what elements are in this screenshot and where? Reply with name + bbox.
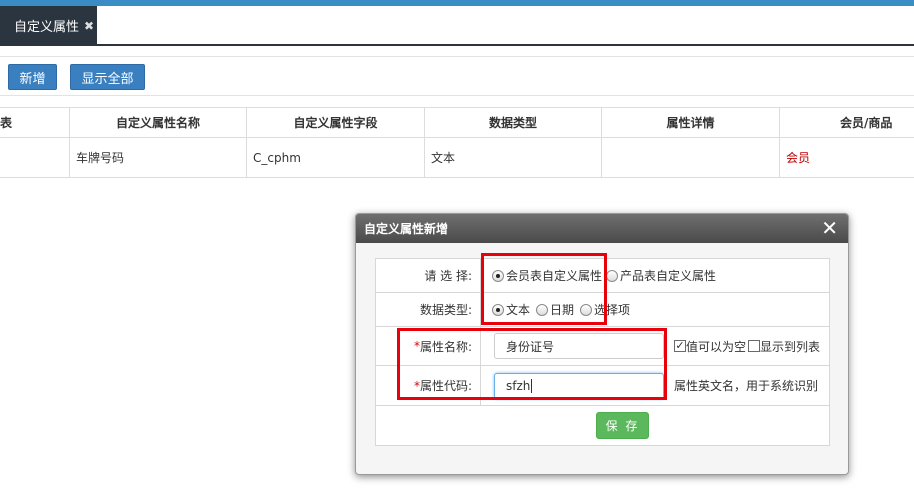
date-type-radio[interactable] [536, 303, 549, 316]
radio-label[interactable]: 选择项 [594, 301, 630, 318]
table-cell-detail [602, 138, 780, 177]
form-row-name: * 属性名称: 身份证号 ✓ 值可以为空 显示到列表 [376, 327, 829, 366]
close-icon[interactable]: ✕ [821, 217, 838, 239]
tab-strip: 自定义属性 ✖ [0, 6, 914, 46]
text-cursor [531, 379, 533, 393]
product-attr-radio[interactable] [606, 269, 619, 282]
code-label-text: 属性代码: [419, 379, 472, 393]
select-label: 请 选 择: [376, 259, 481, 292]
name-label: * 属性名称: [376, 327, 481, 365]
column-header[interactable]: 会员/商品 [780, 108, 914, 137]
save-button[interactable]: 保 存 [596, 412, 649, 439]
select-radio-group: 会员表自定义属性 产品表自定义属性 [482, 259, 716, 292]
code-label: * 属性代码: [376, 366, 481, 405]
form-row-datatype: 数据类型: 文本 日期 选择项 [376, 293, 829, 327]
datatype-label: 数据类型: [376, 293, 481, 326]
attribute-name-input[interactable]: 身份证号 [494, 333, 664, 359]
table-cell-name: 车牌号码 [70, 138, 247, 177]
checkbox-label[interactable]: 值可以为空 [686, 338, 746, 355]
add-button[interactable]: 新增 [8, 64, 57, 90]
attribute-form: 请 选 择: 会员表自定义属性 产品表自定义属性 数据类型: 文本 日期 选择项… [375, 258, 830, 446]
column-header[interactable]: 自定义属性字段 [247, 108, 425, 137]
text-type-radio[interactable] [492, 303, 504, 316]
table-cell-scope: 会员 [786, 151, 811, 165]
tab-label: 自定义属性 [14, 20, 80, 35]
radio-label[interactable]: 产品表自定义属性 [620, 267, 716, 284]
table-cell [0, 138, 70, 177]
member-attr-radio[interactable] [492, 269, 504, 282]
checkbox-label[interactable]: 显示到列表 [760, 338, 820, 355]
close-icon[interactable]: ✖ [84, 19, 94, 33]
toolbar: 新增 显示全部 [0, 56, 914, 96]
code-hint: 属性英文名，用于系统识别 [674, 379, 819, 393]
show-all-button[interactable]: 显示全部 [70, 64, 145, 90]
add-attribute-dialog: 自定义属性新增 ✕ 请 选 择: 会员表自定义属性 产品表自定义属性 数据类型:… [355, 213, 849, 475]
attributes-table: 表 自定义属性名称 自定义属性字段 数据类型 属性详情 会员/商品 车牌号码 C… [0, 107, 914, 178]
option-type-radio[interactable] [580, 303, 593, 316]
dialog-title-bar[interactable]: 自定义属性新增 [356, 214, 848, 243]
column-header[interactable]: 数据类型 [425, 108, 602, 137]
table-cell-field: C_cphm [247, 138, 425, 177]
form-row-code: * 属性代码: sfzh 属性英文名，用于系统识别 [376, 366, 829, 406]
dialog-title: 自定义属性新增 [364, 222, 449, 236]
form-row-select: 请 选 择: 会员表自定义属性 产品表自定义属性 [376, 259, 829, 293]
name-label-text: 属性名称: [419, 339, 472, 354]
name-options: ✓ 值可以为空 显示到列表 [674, 327, 820, 365]
column-header[interactable]: 表 [0, 108, 70, 137]
table-row[interactable]: 车牌号码 C_cphm 文本 会员 [0, 138, 914, 178]
column-header[interactable]: 自定义属性名称 [70, 108, 247, 137]
code-input-value: sfzh [506, 379, 531, 393]
nullable-checkbox[interactable]: ✓ [674, 340, 686, 352]
attribute-code-input[interactable]: sfzh [494, 373, 664, 399]
tab-custom-attributes[interactable]: 自定义属性 ✖ [0, 6, 97, 45]
column-header[interactable]: 属性详情 [602, 108, 780, 137]
datatype-radio-group: 文本 日期 选择项 [482, 293, 630, 326]
show-in-list-checkbox[interactable] [748, 340, 761, 352]
radio-label[interactable]: 会员表自定义属性 [506, 267, 602, 284]
radio-label[interactable]: 日期 [550, 301, 574, 318]
table-header-row: 表 自定义属性名称 自定义属性字段 数据类型 属性详情 会员/商品 [0, 108, 914, 138]
table-cell-type: 文本 [425, 138, 602, 177]
radio-label[interactable]: 文本 [506, 301, 530, 318]
